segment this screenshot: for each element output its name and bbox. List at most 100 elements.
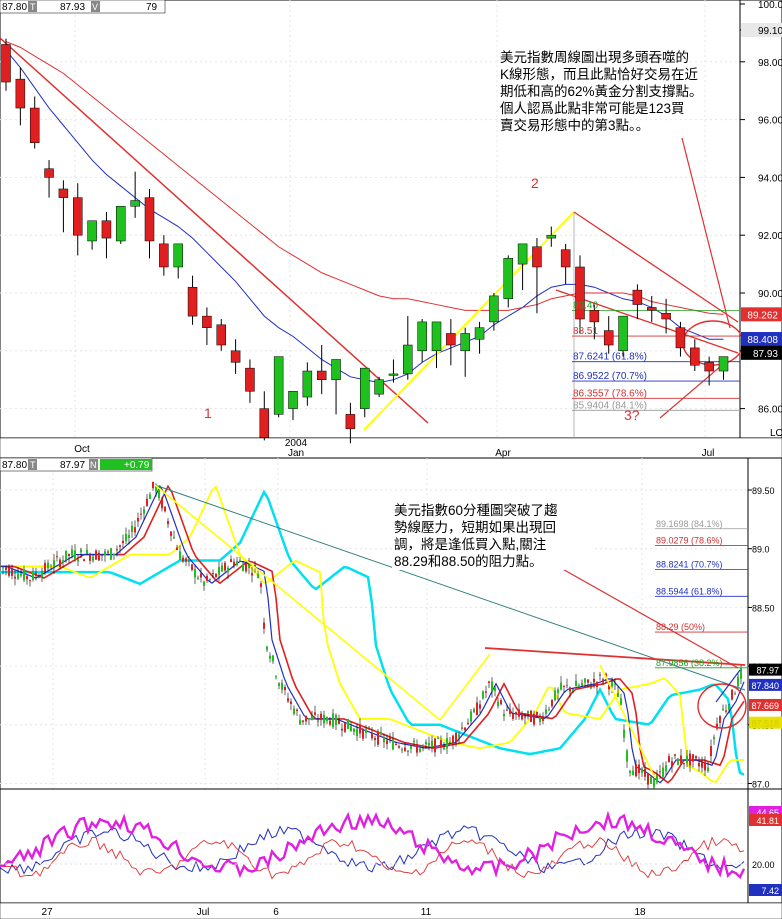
axis-tick-label: 100.00 — [758, 0, 782, 11]
candle-body — [704, 761, 706, 771]
candle-body — [398, 746, 400, 748]
candle-body — [332, 713, 334, 728]
candle-body — [326, 717, 328, 722]
price-tag-label: 87.840 — [751, 681, 779, 691]
candle-body — [77, 559, 79, 562]
candle-body — [647, 773, 649, 785]
candle-body — [137, 517, 139, 522]
candle-body — [710, 746, 712, 757]
candle-body — [273, 356, 284, 415]
candle-body — [389, 737, 391, 739]
candle-body — [170, 531, 172, 536]
candle-body — [20, 573, 22, 576]
hourly-header-tag2: N — [90, 460, 97, 470]
candle-body — [0, 565, 1, 567]
candle-body — [269, 655, 271, 659]
candle-body — [464, 727, 466, 731]
candle-body — [440, 740, 442, 748]
candle-body — [260, 583, 262, 587]
weekly-header-tag2: V — [92, 2, 98, 12]
candle-body — [11, 568, 13, 576]
candle-body — [644, 768, 646, 777]
candle-body — [74, 550, 76, 560]
candle-body — [704, 362, 714, 372]
candle-body — [437, 737, 439, 739]
candle-body — [677, 758, 679, 765]
candle-body — [611, 681, 613, 687]
candle-body — [641, 768, 643, 773]
candle-body — [58, 188, 69, 198]
candle-body — [311, 716, 313, 720]
candle-body — [689, 753, 691, 766]
candle-body — [554, 690, 556, 701]
candle-body — [320, 713, 322, 721]
candle-body — [527, 710, 529, 714]
candle-body — [388, 373, 399, 376]
candle-body — [460, 333, 470, 352]
axis-tick-label: 90.00 — [758, 289, 782, 300]
weekly-header-open: 87.80 — [2, 2, 27, 13]
candle-body — [617, 692, 619, 697]
candle-body — [638, 764, 640, 774]
candle-body — [53, 560, 55, 568]
candle-body — [143, 509, 145, 514]
candle-body — [596, 681, 598, 688]
candle-body — [474, 327, 485, 340]
axis-tick-label: 86.00 — [758, 405, 782, 416]
candle-body — [335, 714, 337, 725]
time-tick-label: 27 — [41, 907, 53, 918]
candle-body — [29, 580, 31, 582]
candle-body — [130, 200, 140, 207]
candle-body — [95, 550, 97, 560]
candle-body — [50, 569, 52, 571]
candle-body — [656, 775, 658, 783]
candle-body — [119, 545, 121, 547]
candle-body — [44, 562, 46, 572]
candle-body — [560, 682, 562, 690]
candle-body — [458, 734, 460, 738]
candle-body — [59, 559, 61, 568]
candle-body — [461, 727, 463, 729]
candle-body — [284, 687, 286, 691]
candle-body — [146, 498, 148, 506]
fib-label: 88.29 (50%) — [656, 622, 705, 632]
candle-body — [218, 567, 220, 575]
candle-body — [47, 562, 49, 569]
hourly-header-close: 87.97 — [60, 460, 85, 471]
candle-body — [542, 717, 544, 721]
candle-body — [2, 567, 4, 569]
candle-body — [353, 728, 355, 732]
candle-body — [488, 681, 490, 683]
candle-body — [647, 307, 657, 311]
candle-body — [245, 563, 247, 572]
candle-body — [446, 333, 456, 346]
candle-body — [316, 370, 327, 380]
candle-body — [661, 312, 671, 320]
candle-body — [98, 552, 100, 561]
candle-body — [71, 549, 73, 556]
fib-label: 86.3557 (78.6%) — [573, 388, 647, 399]
candle-body — [242, 564, 244, 572]
candle-body — [230, 559, 232, 562]
candle-body — [116, 549, 118, 551]
candle-body — [517, 243, 528, 265]
candle-body — [248, 564, 250, 568]
candle-body — [89, 554, 91, 561]
candle-body — [302, 720, 304, 722]
candle-body — [338, 720, 340, 724]
point-label-2: 2 — [531, 175, 539, 191]
candle-body — [620, 698, 622, 705]
candle-body — [467, 722, 469, 725]
hourly-note-line: 調，將是逢低買入點,關注 — [394, 537, 546, 552]
candle-body — [110, 548, 112, 560]
candle-body — [572, 689, 574, 691]
fib-label: 87.6241 (61.8%) — [573, 352, 647, 363]
candle-body — [87, 220, 97, 242]
candle-body — [227, 568, 229, 573]
candle-body — [15, 78, 26, 109]
candle-body — [259, 408, 270, 438]
candle-body — [512, 713, 514, 719]
candle-body — [614, 684, 616, 686]
candle-body — [603, 330, 614, 346]
candle-body — [500, 700, 502, 705]
